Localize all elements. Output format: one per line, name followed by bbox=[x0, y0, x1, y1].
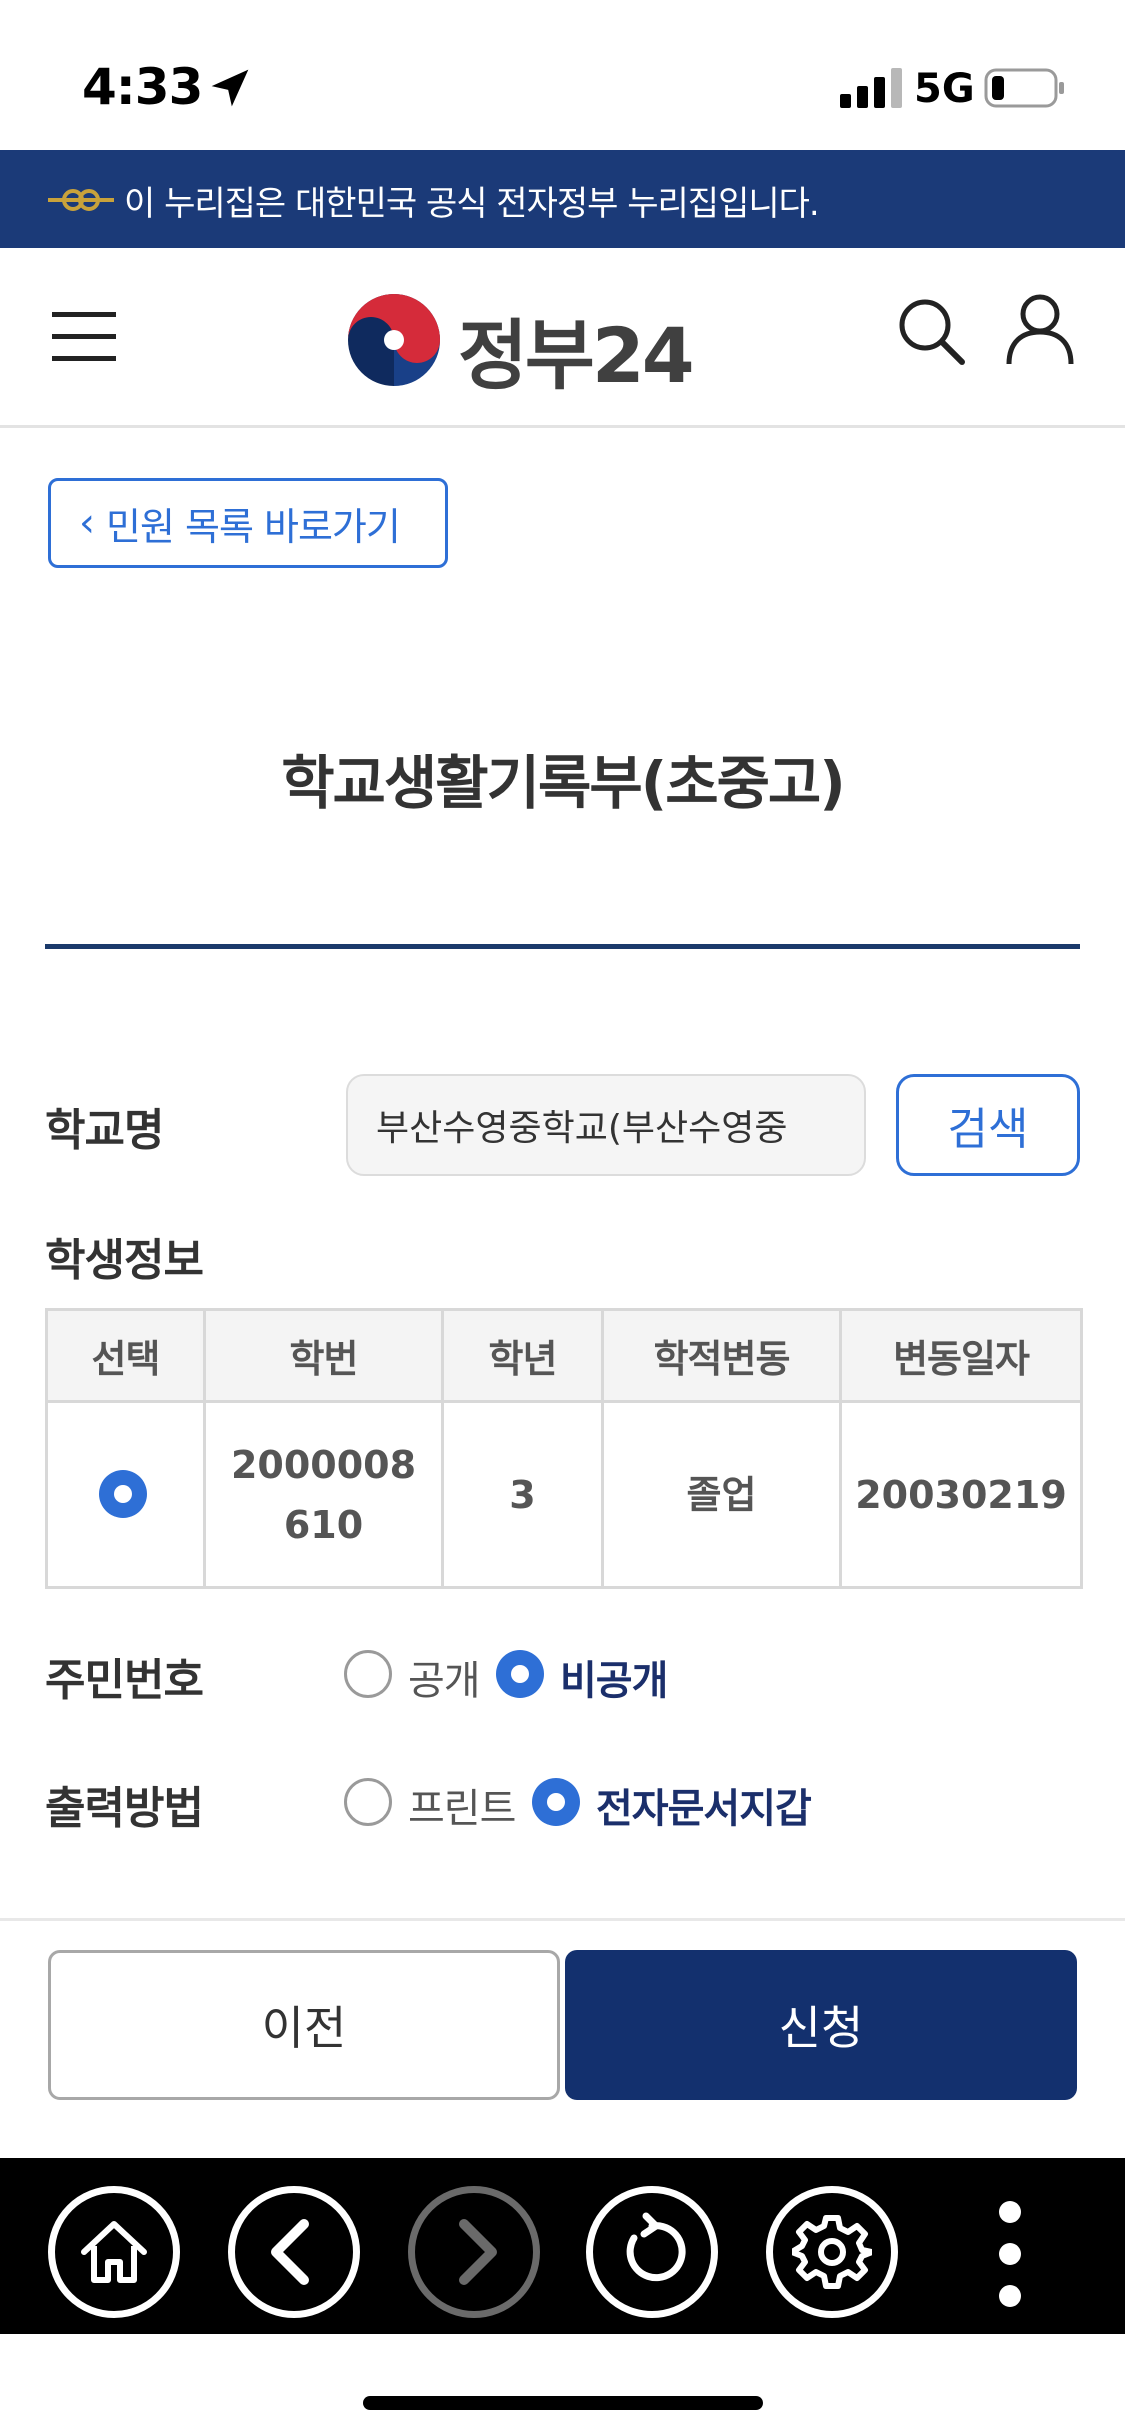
table-row: 2000008610 3 졸업 20030219 bbox=[45, 1400, 1083, 1589]
output-method-label: 출력방법 bbox=[45, 1783, 204, 1834]
search-icon[interactable] bbox=[896, 296, 966, 366]
resident-number-label: 주민번호 bbox=[45, 1655, 204, 1706]
column-header-grade: 학년 bbox=[441, 1308, 604, 1403]
site-logo-text[interactable]: 정부24 bbox=[458, 294, 695, 404]
home-indicator[interactable] bbox=[363, 2396, 763, 2410]
grade-cell: 3 bbox=[441, 1400, 604, 1589]
student-select-radio[interactable] bbox=[99, 1470, 147, 1518]
student-info-label: 학생정보 bbox=[45, 1235, 204, 1286]
back-button[interactable] bbox=[228, 2186, 360, 2318]
title-divider bbox=[45, 944, 1080, 949]
more-options-icon[interactable] bbox=[982, 2196, 1038, 2312]
browser-toolbar bbox=[0, 2158, 1125, 2334]
student-number-cell: 2000008610 bbox=[203, 1400, 444, 1589]
select-cell bbox=[45, 1400, 206, 1589]
taegeuk-logo-icon[interactable] bbox=[346, 292, 442, 388]
government-mark-icon bbox=[48, 189, 114, 211]
resident-private-radio[interactable] bbox=[496, 1650, 544, 1698]
forward-button[interactable] bbox=[408, 2186, 540, 2318]
output-print-label[interactable]: 프린트 bbox=[408, 1776, 516, 1834]
forward-icon bbox=[459, 2219, 497, 2285]
apply-button[interactable]: 신청 bbox=[565, 1950, 1077, 2100]
back-to-list-label: 민원 목록 바로가기 bbox=[106, 504, 401, 549]
site-header: 정부24 bbox=[0, 248, 1125, 428]
change-date-cell: 20030219 bbox=[839, 1400, 1083, 1589]
settings-button[interactable] bbox=[766, 2186, 898, 2318]
school-name-input[interactable]: 부산수영중학교(부산수영중 bbox=[346, 1074, 866, 1176]
official-site-banner: 이 누리집은 대한민국 공식 전자정부 누리집입니다. bbox=[0, 150, 1125, 248]
page-title: 학교생활기록부(초중고) bbox=[281, 749, 846, 817]
output-print-radio[interactable] bbox=[344, 1778, 392, 1826]
output-wallet-radio[interactable] bbox=[532, 1778, 580, 1826]
school-name-label: 학교명 bbox=[45, 1105, 164, 1156]
school-search-button[interactable]: 검색 bbox=[896, 1074, 1080, 1176]
column-header-select: 선택 bbox=[45, 1308, 206, 1403]
column-header-status: 학적변동 bbox=[601, 1308, 842, 1403]
resident-private-label[interactable]: 비공개 bbox=[560, 1648, 668, 1706]
previous-button[interactable]: 이전 bbox=[48, 1950, 560, 2100]
location-arrow-icon bbox=[211, 69, 249, 107]
battery-icon bbox=[984, 68, 1064, 108]
resident-public-label[interactable]: 공개 bbox=[408, 1648, 481, 1706]
back-to-list-button[interactable]: ‹ 민원 목록 바로가기 bbox=[48, 478, 448, 568]
home-button[interactable] bbox=[48, 2186, 180, 2318]
back-icon bbox=[271, 2219, 309, 2285]
hamburger-menu-icon[interactable] bbox=[52, 308, 116, 364]
reload-icon bbox=[626, 2212, 686, 2282]
resident-public-radio[interactable] bbox=[344, 1650, 392, 1698]
chevron-left-icon: ‹ bbox=[79, 500, 95, 546]
banner-text: 이 누리집은 대한민국 공식 전자정부 누리집입니다. bbox=[124, 184, 820, 224]
status-bar: 4:33 5G bbox=[0, 0, 1125, 150]
status-cell: 졸업 bbox=[601, 1400, 842, 1589]
home-icon bbox=[81, 2221, 147, 2283]
network-type: 5G bbox=[914, 66, 975, 112]
cellular-signal-icon bbox=[840, 68, 902, 108]
status-time: 4:33 bbox=[82, 58, 203, 116]
reload-button[interactable] bbox=[586, 2186, 718, 2318]
student-info-table: 선택 학번 학년 학적변동 변동일자 2000008610 3 졸업 20030… bbox=[45, 1308, 1083, 1589]
table-header-row: 선택 학번 학년 학적변동 변동일자 bbox=[45, 1308, 1083, 1403]
column-header-student-no: 학번 bbox=[203, 1308, 444, 1403]
user-icon[interactable] bbox=[1004, 292, 1076, 366]
settings-icon bbox=[792, 2215, 872, 2289]
output-wallet-label[interactable]: 전자문서지갑 bbox=[596, 1776, 812, 1834]
column-header-date: 변동일자 bbox=[839, 1308, 1083, 1403]
home-indicator-area bbox=[0, 2334, 1125, 2436]
